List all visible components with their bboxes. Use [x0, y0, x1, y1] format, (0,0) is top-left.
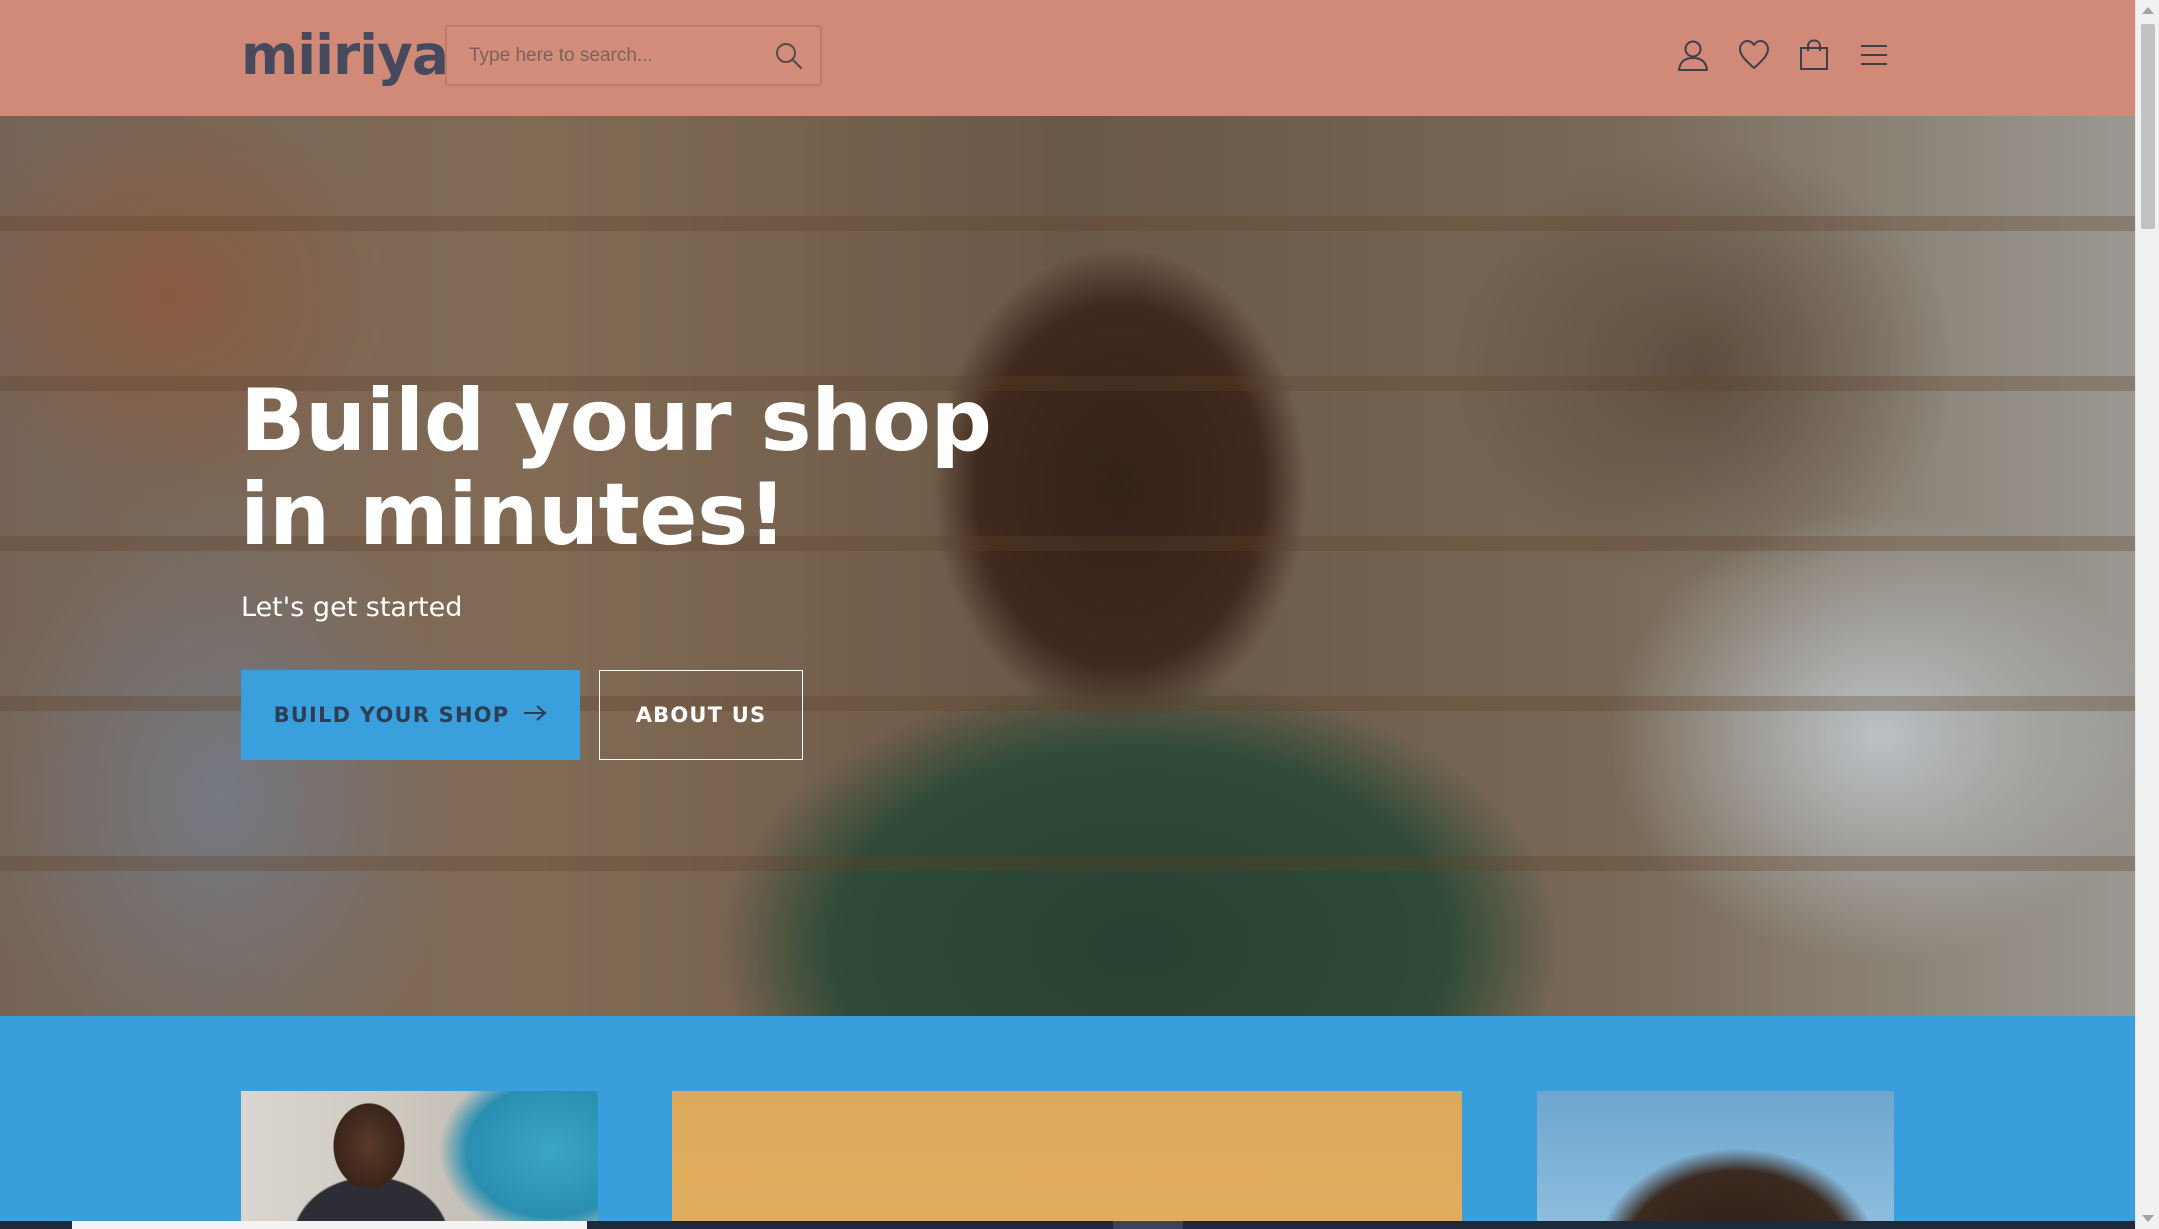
build-your-shop-label: BUILD YOUR SHOP — [273, 703, 510, 727]
scrollbar-thumb[interactable] — [2141, 24, 2155, 229]
featured-section — [0, 1016, 2135, 1221]
feature-card-image-2[interactable] — [672, 1091, 1462, 1221]
search-input[interactable] — [469, 27, 759, 84]
user-icon[interactable] — [1676, 38, 1710, 72]
site-header: miiriya — [0, 0, 2135, 116]
arrow-right-icon — [523, 703, 547, 727]
about-us-button[interactable]: ABOUT US — [599, 670, 803, 760]
hero-title: Build your shop in minutes! — [240, 374, 1000, 562]
scroll-up-arrow-icon[interactable] — [2142, 7, 2154, 14]
build-your-shop-button[interactable]: BUILD YOUR SHOP — [241, 670, 580, 760]
bottom-bar — [0, 1221, 2135, 1229]
bottom-bar-thumb[interactable] — [1113, 1221, 1183, 1229]
search-icon[interactable] — [774, 41, 804, 71]
feature-card-image-3[interactable] — [1537, 1091, 1894, 1221]
heart-icon[interactable] — [1737, 38, 1771, 72]
shopping-bag-icon[interactable] — [1797, 38, 1831, 72]
hero-title-line-1: Build your shop — [240, 371, 992, 471]
site-logo[interactable]: miiriya — [241, 24, 449, 86]
scroll-down-arrow-icon[interactable] — [2142, 1215, 2154, 1222]
vertical-scrollbar[interactable] — [2135, 0, 2159, 1229]
search-box — [445, 25, 822, 86]
hero-banner: Build your shop in minutes! Let's get st… — [0, 116, 2135, 1016]
menu-icon[interactable] — [1857, 38, 1891, 72]
hero-title-line-2: in minutes! — [240, 465, 787, 565]
bottom-bar-segment — [72, 1221, 587, 1229]
hero-subtitle: Let's get started — [241, 592, 463, 623]
feature-card-image-1[interactable] — [241, 1091, 598, 1221]
